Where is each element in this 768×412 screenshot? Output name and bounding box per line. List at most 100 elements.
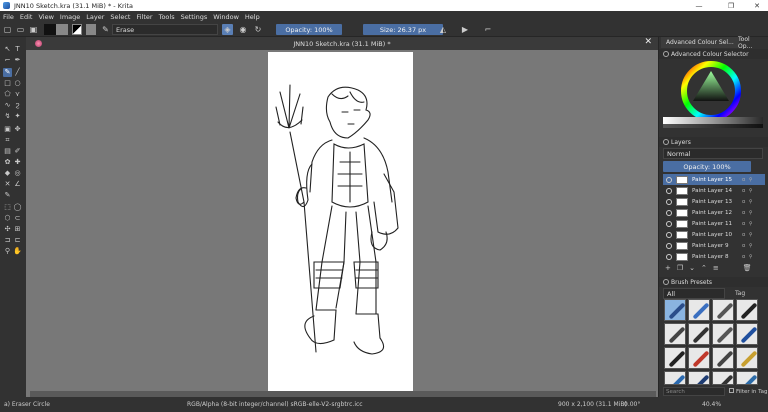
contiguous-selection-tool-icon[interactable]: ✣ [3, 225, 12, 234]
enclose-fill-tool-icon[interactable]: ◎ [13, 169, 22, 178]
layer-row[interactable]: Paint Layer 13 α ⚲ [663, 196, 765, 207]
calligraphy-tool-icon[interactable]: ✒ [13, 56, 22, 65]
pan-tool-icon[interactable]: ✋ [13, 247, 22, 256]
layer-flags-icon[interactable]: α ⚲ [742, 254, 754, 260]
similar-selection-tool-icon[interactable]: ⊞ [13, 225, 22, 234]
layer-row[interactable]: Paint Layer 12 α ⚲ [663, 207, 765, 218]
fg-bg-color-icon[interactable] [72, 24, 82, 35]
blend-mode-select[interactable]: Erase [112, 24, 218, 35]
brush-preset-tile[interactable] [712, 323, 734, 345]
elliptical-selection-tool-icon[interactable]: ◯ [13, 203, 22, 212]
pattern-icon[interactable] [86, 24, 96, 35]
freehand-path-tool-icon[interactable]: ϩ [13, 101, 22, 110]
close-document-icon[interactable]: ✕ [644, 37, 652, 47]
eraser-mode-icon[interactable]: ◈ [222, 24, 233, 35]
menu-edit[interactable]: Edit [20, 13, 33, 21]
layer-flags-icon[interactable]: α ⚲ [742, 188, 754, 194]
brush-preset-icon[interactable]: ✎ [101, 24, 110, 35]
brush-preset-tile[interactable] [688, 347, 710, 369]
dynamic-brush-tool-icon[interactable]: ↯ [3, 112, 12, 121]
zoom-tool-icon[interactable]: ⚲ [3, 247, 12, 256]
layer-row[interactable]: Paint Layer 11 α ⚲ [663, 218, 765, 229]
menu-settings[interactable]: Settings [181, 13, 208, 21]
duplicate-layer-icon[interactable]: ❐ [677, 264, 683, 274]
brush-preset-tile[interactable] [664, 371, 686, 385]
tab-tool-options[interactable]: Tool Op... [733, 36, 768, 50]
layer-properties-icon[interactable]: ≡ [713, 264, 719, 274]
canvas-document[interactable] [268, 52, 413, 391]
layer-flags-icon[interactable]: α ⚲ [742, 199, 754, 205]
wrap-around-icon[interactable]: ⌐ [483, 24, 493, 35]
colour-shade-strip[interactable] [663, 124, 763, 128]
menu-view[interactable]: View [38, 13, 53, 21]
maximize-button[interactable]: ❐ [720, 0, 742, 11]
brush-preset-tile[interactable] [712, 299, 734, 321]
visibility-eye-icon[interactable] [666, 187, 672, 194]
edit-shapes-tool-icon[interactable]: ⌐ [3, 56, 12, 65]
add-layer-icon[interactable]: + [665, 264, 671, 274]
brush-preset-tile[interactable] [736, 371, 758, 385]
fill-tool-icon[interactable]: ◆ [3, 169, 12, 178]
menu-window[interactable]: Window [213, 13, 239, 21]
layer-row[interactable]: Paint Layer 8 α ⚲ [663, 251, 765, 262]
magnetic-selection-tool-icon[interactable]: ⊏ [13, 236, 22, 245]
layer-blend-mode-select[interactable]: Normal [663, 148, 763, 159]
ellipse-tool-icon[interactable]: ○ [13, 79, 22, 88]
visibility-eye-icon[interactable] [666, 220, 672, 227]
gradient-tool-icon[interactable]: ▤ [3, 147, 12, 156]
line-tool-icon[interactable]: ╱ [13, 68, 22, 77]
rectangular-selection-tool-icon[interactable]: ⬚ [3, 203, 12, 212]
menu-layer[interactable]: Layer [86, 13, 104, 21]
menu-image[interactable]: Image [60, 13, 80, 21]
smart-patch-tool-icon[interactable]: ✚ [13, 158, 22, 167]
mirror-vertical-icon[interactable]: ▶ [460, 24, 470, 35]
preset-filter-select[interactable]: All [663, 288, 725, 299]
brush-preset-tile[interactable] [736, 323, 758, 345]
layer-flags-icon[interactable]: α ⚲ [742, 210, 754, 216]
brush-preset-tile[interactable] [664, 347, 686, 369]
mirror-horizontal-icon[interactable]: ◭ [438, 24, 448, 35]
bezier-selection-tool-icon[interactable]: ⊐ [3, 236, 12, 245]
colorize-mask-tool-icon[interactable]: ✿ [3, 158, 12, 167]
layer-row[interactable]: Paint Layer 10 α ⚲ [663, 229, 765, 240]
move-layer-up-icon[interactable]: ⌃ [701, 264, 707, 274]
layer-flags-icon[interactable]: α ⚲ [742, 232, 754, 238]
crop-tool-icon[interactable]: ⌗ [3, 136, 12, 145]
multibrush-tool-icon[interactable]: ✦ [13, 112, 22, 121]
brush-preset-tile[interactable] [688, 371, 710, 385]
save-icon[interactable]: ▣ [29, 24, 38, 35]
transform-tool-icon[interactable]: ▣ [3, 125, 12, 134]
visibility-eye-icon[interactable] [666, 176, 672, 183]
color-picker-tool-icon[interactable]: ✐ [13, 147, 22, 156]
layer-flags-icon[interactable]: α ⚲ [742, 221, 754, 227]
brush-preset-tile[interactable] [664, 299, 686, 321]
select-shapes-tool-icon[interactable]: ↖ [3, 45, 12, 54]
tag-button[interactable]: Tag [735, 290, 745, 297]
document-tab[interactable]: JNN10 Sketch.kra (31.1 MiB) * ✕ [26, 37, 658, 50]
preserve-alpha-icon[interactable]: ◉ [238, 24, 248, 35]
visibility-eye-icon[interactable] [666, 242, 672, 249]
freehand-brush-tool-icon[interactable]: ✎ [3, 68, 12, 77]
move-layer-down-icon[interactable]: ⌄ [689, 264, 695, 274]
close-button[interactable]: ✕ [746, 0, 768, 11]
tab-advanced-colour-selector[interactable]: Advanced Colour Sel... [661, 37, 739, 48]
brush-preset-tile[interactable] [712, 371, 734, 385]
freehand-selection-tool-icon[interactable]: ⊂ [13, 214, 22, 223]
menu-file[interactable]: File [3, 13, 14, 21]
visibility-eye-icon[interactable] [666, 253, 672, 260]
size-field[interactable]: Size: 26.37 px [363, 24, 443, 35]
reload-preset-icon[interactable]: ↻ [253, 24, 263, 35]
brush-preset-tile[interactable] [712, 347, 734, 369]
rectangle-tool-icon[interactable]: □ [3, 79, 12, 88]
menu-select[interactable]: Select [110, 13, 130, 21]
layer-flags-icon[interactable]: α ⚲ [742, 177, 754, 183]
colour-history-strip[interactable] [663, 117, 763, 124]
zoom-value[interactable]: 40.4% [702, 401, 721, 408]
new-document-icon[interactable]: ▢ [3, 24, 12, 35]
gradient-selector-icon[interactable] [44, 24, 68, 35]
layer-row[interactable]: Paint Layer 15 α ⚲ [663, 174, 765, 185]
opacity-field[interactable]: Opacity: 100% [276, 24, 342, 35]
delete-layer-icon[interactable]: 🗑 [743, 264, 752, 274]
brush-preset-tile[interactable] [664, 323, 686, 345]
brush-preset-tile[interactable] [688, 299, 710, 321]
